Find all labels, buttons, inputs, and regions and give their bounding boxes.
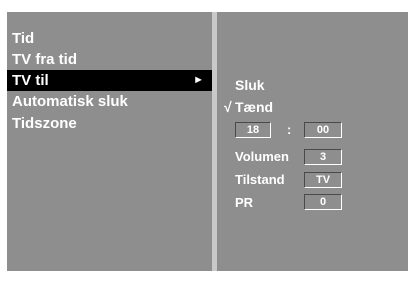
hour-field[interactable]: 18 bbox=[235, 122, 271, 138]
option-sluk[interactable]: Sluk bbox=[235, 76, 265, 94]
mode-field[interactable]: TV bbox=[304, 172, 342, 188]
submenu-arrow-icon: ► bbox=[193, 74, 204, 86]
menu-item-automatisk-sluk[interactable]: Automatisk sluk bbox=[7, 91, 212, 112]
mode-label: Tilstand bbox=[235, 172, 285, 187]
menu-item-label: TV til bbox=[12, 72, 49, 89]
menu-item-label: Tidszone bbox=[12, 115, 77, 132]
timer-menu-panel: Tid TV fra tid TV til ► Automatisk sluk … bbox=[7, 12, 212, 271]
menu-item-label: Tid bbox=[12, 30, 35, 47]
menu-item-tidszone[interactable]: Tidszone bbox=[7, 113, 212, 134]
tv-til-submenu-panel: Sluk √ Tænd 18 : 00 Volumen 3 Tilstand T… bbox=[217, 12, 408, 271]
program-label: PR bbox=[235, 195, 254, 210]
menu-item-label: TV fra tid bbox=[12, 51, 78, 68]
minute-field[interactable]: 00 bbox=[304, 122, 342, 138]
menu-item-tv-fra-tid[interactable]: TV fra tid bbox=[7, 49, 212, 70]
menu-item-tid[interactable]: Tid bbox=[7, 28, 212, 49]
option-taend[interactable]: Tænd bbox=[235, 98, 273, 116]
volume-field[interactable]: 3 bbox=[304, 149, 342, 165]
checkmark-icon: √ bbox=[224, 99, 232, 115]
menu-item-tv-til[interactable]: TV til ► bbox=[7, 70, 212, 91]
program-field[interactable]: 0 bbox=[304, 194, 342, 210]
tv-osd-screen: Tid TV fra tid TV til ► Automatisk sluk … bbox=[0, 0, 415, 282]
time-separator: : bbox=[287, 122, 292, 137]
menu-item-label: Automatisk sluk bbox=[12, 93, 128, 110]
volume-label: Volumen bbox=[235, 149, 289, 164]
